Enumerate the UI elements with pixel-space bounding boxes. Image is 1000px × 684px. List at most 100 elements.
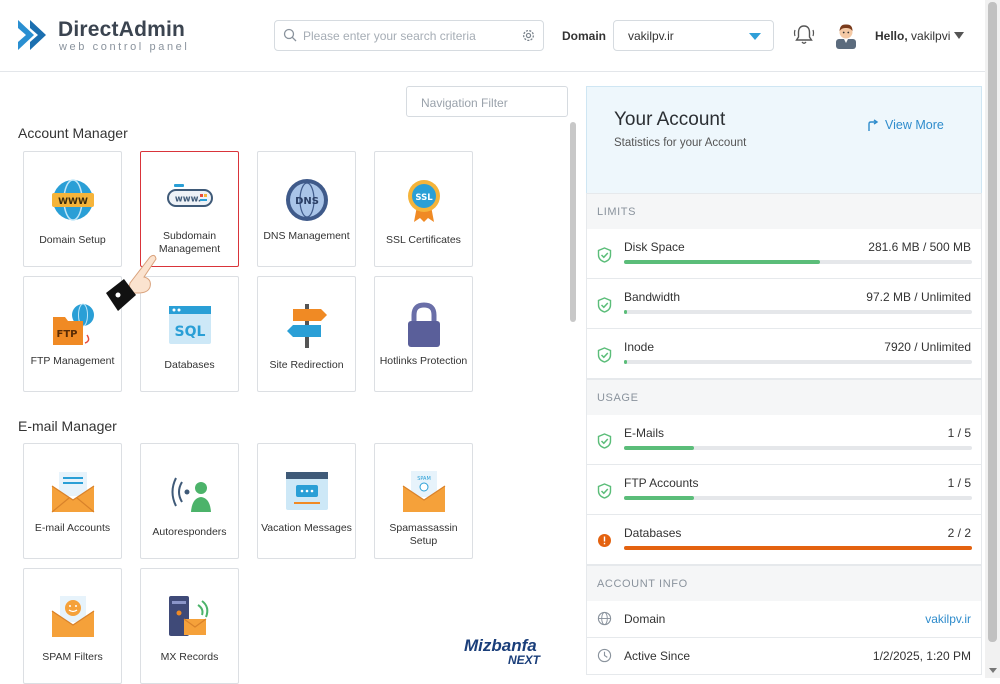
stat-progress-fill — [624, 446, 694, 450]
tile-spam-filters[interactable]: SPAM Filters — [23, 568, 122, 684]
scroll-down-arrow-icon[interactable] — [989, 668, 997, 673]
tile-ssl-certificates[interactable]: SSL SSL Certificates — [374, 151, 473, 267]
clock-icon — [597, 648, 612, 663]
tile-label: Hotlinks Protection — [379, 355, 468, 367]
stat-progress-bar — [624, 496, 972, 500]
email-envelope-icon — [51, 472, 95, 513]
brand-line-2: NEXT — [508, 653, 541, 667]
stat-progress-fill — [624, 496, 694, 500]
search-settings-gear-icon[interactable] — [521, 28, 536, 43]
user-menu-caret-icon[interactable] — [954, 32, 964, 39]
svg-text:FTP: FTP — [57, 329, 78, 340]
svg-text:SSL: SSL — [415, 193, 433, 203]
ftp-folder-icon: FTP — [53, 303, 94, 345]
tile-email-accounts[interactable]: E-mail Accounts — [23, 443, 122, 559]
stat-row-e-mails: E-Mails 1 / 5 — [586, 415, 982, 465]
svg-text:DNS: DNS — [295, 196, 319, 207]
tile-vacation-messages[interactable]: Vacation Messages — [257, 443, 356, 559]
tile-label: FTP Management — [30, 355, 115, 367]
view-more-label: View More — [885, 118, 944, 132]
top-header: DirectAdmin web control panel Please ent… — [0, 0, 985, 72]
greeting-prefix: Hello, — [875, 29, 908, 43]
section-title-account-manager: Account Manager — [18, 125, 128, 141]
autoresponder-icon — [171, 477, 211, 512]
shield-check-icon — [597, 433, 612, 449]
stat-progress-fill — [624, 546, 972, 550]
notification-bell-icon[interactable] — [792, 23, 816, 47]
stat-progress-fill — [624, 260, 820, 264]
mizbanfa-watermark-logo: Mizbanfa NEXT — [464, 636, 554, 668]
stat-value: 7920 / Unlimited — [884, 340, 971, 354]
tile-label: Vacation Messages — [261, 522, 352, 534]
tile-label: Domain Setup — [39, 234, 106, 246]
domain-label: Domain — [562, 29, 607, 43]
account-info-heading-label: ACCOUNT INFO — [597, 578, 688, 590]
stat-progress-bar — [624, 546, 972, 550]
dns-icon: DNS — [286, 179, 328, 221]
tile-label: SPAM Filters — [42, 651, 103, 663]
user-avatar[interactable] — [833, 21, 859, 49]
svg-text:SQL: SQL — [175, 324, 206, 340]
signpost-icon — [287, 304, 327, 348]
limits-heading-label: LIMITS — [597, 206, 637, 218]
logo-title: DirectAdmin — [58, 18, 186, 41]
domain-select[interactable]: vakilpv.ir — [613, 20, 774, 51]
stat-row-databases: Databases 2 / 2 — [586, 515, 982, 565]
spam-envelope-icon: SPAM — [402, 471, 446, 512]
ssl-badge-icon: SSL — [408, 180, 440, 222]
page-scrollbar[interactable] — [985, 0, 1000, 678]
stat-progress-fill — [624, 360, 628, 364]
stat-progress-fill — [624, 310, 628, 314]
tile-site-redirection[interactable]: Site Redirection — [257, 276, 356, 392]
stat-progress-bar — [624, 310, 972, 314]
tile-subdomain-management[interactable]: www. Subdomain Management — [140, 151, 239, 267]
tile-label: MX Records — [160, 651, 219, 663]
stat-name: E-Mails — [624, 426, 665, 440]
stat-value: 1 / 5 — [947, 426, 971, 440]
stat-name: Bandwidth — [624, 290, 681, 304]
tile-label: SSL Certificates — [386, 234, 461, 246]
svg-text:WWW: WWW — [58, 197, 88, 207]
shield-check-icon — [597, 247, 612, 263]
stat-name: Inode — [624, 340, 655, 354]
stat-progress-bar — [624, 446, 972, 450]
view-more-link[interactable]: View More — [867, 118, 944, 132]
stat-row-inode: Inode 7920 / Unlimited — [586, 329, 982, 379]
user-greeting[interactable]: Hello, vakilpvi — [875, 29, 950, 43]
page-scrollbar-thumb[interactable] — [988, 2, 997, 642]
navigation-filter-input[interactable]: Navigation Filter — [406, 86, 568, 117]
tile-label: Autoresponders — [152, 526, 227, 538]
search-input[interactable]: Please enter your search criteria — [274, 20, 544, 51]
tile-mx-records[interactable]: MX Records — [140, 568, 239, 684]
directadmin-logo[interactable]: DirectAdmin web control panel — [16, 16, 191, 56]
account-subtitle: Statistics for your Account — [614, 137, 747, 149]
external-link-icon — [868, 119, 879, 131]
tile-domain-setup[interactable]: WWW Domain Setup — [23, 151, 122, 267]
stat-value: 97.2 MB / Unlimited — [866, 290, 971, 304]
tile-label: Spamassassin Setup — [389, 522, 458, 547]
tile-spamassassin-setup[interactable]: SPAM Spamassassin Setup — [374, 443, 473, 559]
tile-label: Site Redirection — [269, 359, 344, 371]
shield-check-icon — [597, 347, 612, 363]
info-domain-link[interactable]: vakilpv.ir — [925, 612, 971, 626]
tile-label: DNS Management — [263, 230, 350, 242]
account-title: Your Account — [614, 109, 726, 130]
left-panel-scrollbar[interactable] — [570, 122, 576, 322]
domain-select-value: vakilpv.ir — [628, 29, 674, 43]
section-title-email-manager: E-mail Manager — [18, 418, 117, 434]
search-icon — [283, 28, 297, 42]
svg-text:SPAM: SPAM — [417, 476, 431, 482]
stat-name: Databases — [624, 526, 682, 540]
usage-heading: USAGE — [586, 379, 982, 416]
tile-dns-management[interactable]: DNS DNS Management — [257, 151, 356, 267]
warning-circle-icon — [598, 534, 611, 547]
limits-heading: LIMITS — [586, 193, 982, 230]
stat-value: 1 / 5 — [947, 476, 971, 490]
shield-check-icon — [597, 297, 612, 313]
username: vakilpvi — [911, 29, 951, 43]
usage-heading-label: USAGE — [597, 392, 639, 404]
tile-autoresponders[interactable]: Autoresponders — [140, 443, 239, 559]
stat-name: FTP Accounts — [624, 476, 699, 490]
spam-filter-icon — [51, 596, 95, 637]
tile-hotlinks-protection[interactable]: Hotlinks Protection — [374, 276, 473, 392]
